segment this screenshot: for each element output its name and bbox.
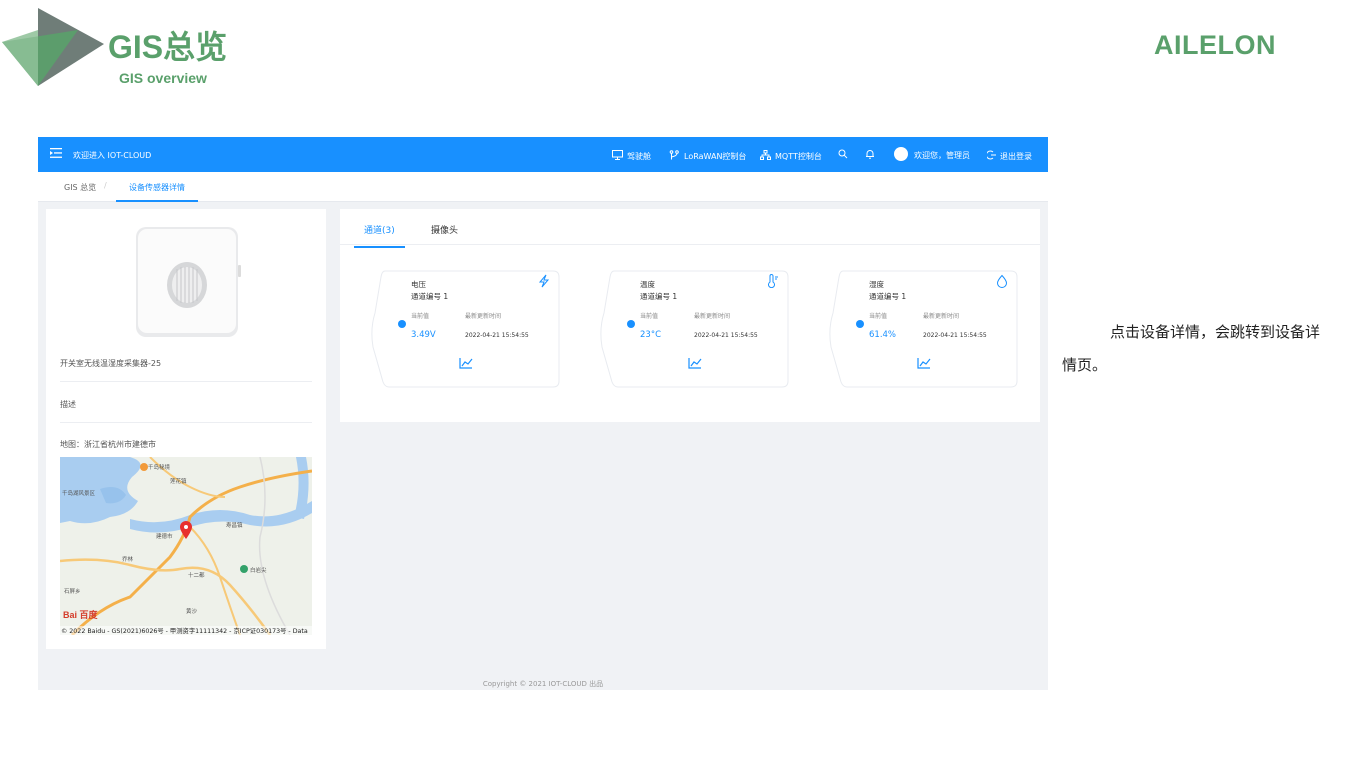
bell-icon[interactable] bbox=[865, 149, 875, 159]
slide: GIS总览 GIS overview AILELON 欢迎进入 IOT-CLOU… bbox=[0, 0, 1350, 759]
map-copyright: © 2022 Baidu - GS(2021)6026号 - 甲测资字11111… bbox=[60, 626, 312, 635]
card-background bbox=[600, 270, 789, 388]
channel-card-voltage[interactable]: 电压 通道编号 1 当前值 最新更新时间 3.49V 2022-04-21 15… bbox=[367, 267, 560, 390]
channel-name: 温度 bbox=[640, 280, 655, 289]
channel-name: 湿度 bbox=[869, 280, 884, 289]
slide-note: 点击设备详情，会跳转到设备详情页。 bbox=[1062, 323, 1321, 374]
location-pin-icon[interactable] bbox=[180, 521, 192, 539]
tab-separator: / bbox=[104, 181, 107, 190]
network-icon bbox=[760, 150, 771, 160]
divider bbox=[60, 381, 312, 382]
welcome-text: 欢迎进入 IOT-CLOUD bbox=[73, 151, 152, 160]
monitor-icon bbox=[612, 150, 623, 160]
current-value-label: 当前值 bbox=[640, 313, 659, 320]
thermometer-icon bbox=[768, 274, 778, 288]
update-time-label: 最新更新时间 bbox=[465, 313, 502, 320]
top-navbar: 欢迎进入 IOT-CLOUD 驾驶舱 LoRaWAN控制台 MQTT控制台 欢迎… bbox=[38, 137, 1048, 172]
device-image bbox=[136, 227, 241, 337]
menu-fold-icon[interactable] bbox=[50, 147, 62, 159]
nav-mqtt-label: MQTT控制台 bbox=[775, 152, 822, 161]
description-label: 描述 bbox=[60, 400, 76, 409]
line-chart-icon[interactable] bbox=[459, 357, 473, 369]
svg-text:十二都: 十二都 bbox=[188, 571, 205, 579]
svg-text:乔林: 乔林 bbox=[122, 555, 134, 563]
water-drop-icon bbox=[996, 274, 1008, 288]
logout-button[interactable]: 退出登录 bbox=[987, 150, 1032, 162]
tab-underline bbox=[340, 244, 1040, 245]
avatar[interactable] bbox=[894, 147, 908, 161]
status-dot bbox=[398, 320, 406, 328]
svg-text:千岛湖风景区: 千岛湖风景区 bbox=[62, 489, 96, 497]
status-dot bbox=[627, 320, 635, 328]
tabs-bar: GIS 总览 / 设备传感器详情 bbox=[38, 172, 1048, 202]
baidu-map[interactable]: 千岛秘境 莲花镇 千岛湖风景区 建德市 白岩尖 十二都 石屏乡 黄沙 寿昌镇 乔… bbox=[60, 457, 312, 635]
channel-number: 通道编号 1 bbox=[640, 292, 678, 301]
current-value: 61.4% bbox=[869, 330, 897, 340]
nav-lorawan-label: LoRaWAN控制台 bbox=[684, 152, 747, 161]
card-background bbox=[371, 270, 560, 388]
current-value-label: 当前值 bbox=[869, 313, 888, 320]
slide-title: GIS总览 bbox=[108, 29, 228, 65]
update-time: 2022-04-21 15:54:55 bbox=[465, 332, 529, 339]
slide-subtitle: GIS overview bbox=[119, 70, 207, 86]
card-background bbox=[829, 270, 1018, 388]
svg-text:黄沙: 黄沙 bbox=[186, 607, 198, 615]
nav-lorawan[interactable]: LoRaWAN控制台 bbox=[669, 150, 746, 162]
branch-icon bbox=[669, 150, 679, 160]
svg-text:建德市: 建德市 bbox=[156, 532, 173, 540]
logout-label: 退出登录 bbox=[1000, 152, 1032, 161]
current-value: 3.49V bbox=[411, 330, 436, 340]
nav-cockpit-label: 驾驶舱 bbox=[627, 152, 651, 161]
user-greeting[interactable]: 欢迎您，管理员 bbox=[914, 150, 970, 161]
map-tiles: 千岛秘境 莲花镇 千岛湖风景区 建德市 白岩尖 十二都 石屏乡 黄沙 寿昌镇 乔… bbox=[60, 457, 312, 635]
update-time-label: 最新更新时间 bbox=[694, 313, 731, 320]
baidu-logo: Bai 百度 bbox=[63, 610, 98, 620]
channel-name: 电压 bbox=[411, 280, 426, 289]
line-chart-icon[interactable] bbox=[688, 357, 702, 369]
line-chart-icon[interactable] bbox=[917, 357, 931, 369]
triangle-logo-icon bbox=[2, 8, 104, 86]
tab-gis-overview[interactable]: GIS 总览 bbox=[64, 182, 96, 193]
channel-number: 通道编号 1 bbox=[869, 292, 907, 301]
channel-card-temperature[interactable]: 温度 通道编号 1 当前值 最新更新时间 23°C 2022-04-21 15:… bbox=[596, 267, 789, 390]
channel-number: 通道编号 1 bbox=[411, 292, 449, 301]
current-value-label: 当前值 bbox=[411, 313, 430, 320]
svg-text:莲花镇: 莲花镇 bbox=[170, 477, 187, 485]
update-time: 2022-04-21 15:54:55 bbox=[923, 332, 987, 339]
svg-text:白岩尖: 白岩尖 bbox=[250, 566, 267, 574]
svg-text:石屏乡: 石屏乡 bbox=[64, 588, 81, 595]
status-dot bbox=[856, 320, 864, 328]
tab-device-sensor-detail[interactable]: 设备传感器详情 bbox=[116, 172, 198, 202]
channel-card-humidity[interactable]: 湿度 通道编号 1 当前值 最新更新时间 61.4% 2022-04-21 15… bbox=[825, 267, 1018, 390]
device-name: 开关室无线温湿度采集器-25 bbox=[60, 359, 162, 368]
device-info-panel: 开关室无线温湿度采集器-25 描述 地图：浙江省杭州市建德市 千岛秘境 莲花镇 … bbox=[46, 209, 326, 649]
app-screenshot: 欢迎进入 IOT-CLOUD 驾驶舱 LoRaWAN控制台 MQTT控制台 欢迎… bbox=[38, 137, 1048, 690]
tab-cameras[interactable]: 摄像头 bbox=[431, 223, 458, 236]
update-time: 2022-04-21 15:54:55 bbox=[694, 332, 758, 339]
nav-cockpit[interactable]: 驾驶舱 bbox=[612, 150, 651, 162]
lightning-icon bbox=[538, 274, 550, 288]
nav-mqtt[interactable]: MQTT控制台 bbox=[760, 150, 822, 162]
current-value: 23°C bbox=[640, 330, 662, 340]
map-location-label: 地图：浙江省杭州市建德市 bbox=[60, 440, 156, 449]
divider bbox=[60, 422, 312, 423]
search-icon[interactable] bbox=[838, 149, 848, 159]
logout-icon bbox=[987, 150, 996, 160]
footer-copyright: Copyright © 2021 IOT-CLOUD 出品 bbox=[482, 680, 604, 688]
update-time-label: 最新更新时间 bbox=[923, 313, 960, 320]
svg-text:寿昌镇: 寿昌镇 bbox=[226, 521, 243, 529]
svg-text:千岛秘境: 千岛秘境 bbox=[148, 463, 171, 471]
brand-logo: AILELON bbox=[1154, 30, 1276, 60]
channel-panel: 通道(3) 摄像头 电压 通道编号 1 当前值 最新更新时间 3.49V 202… bbox=[340, 209, 1040, 422]
